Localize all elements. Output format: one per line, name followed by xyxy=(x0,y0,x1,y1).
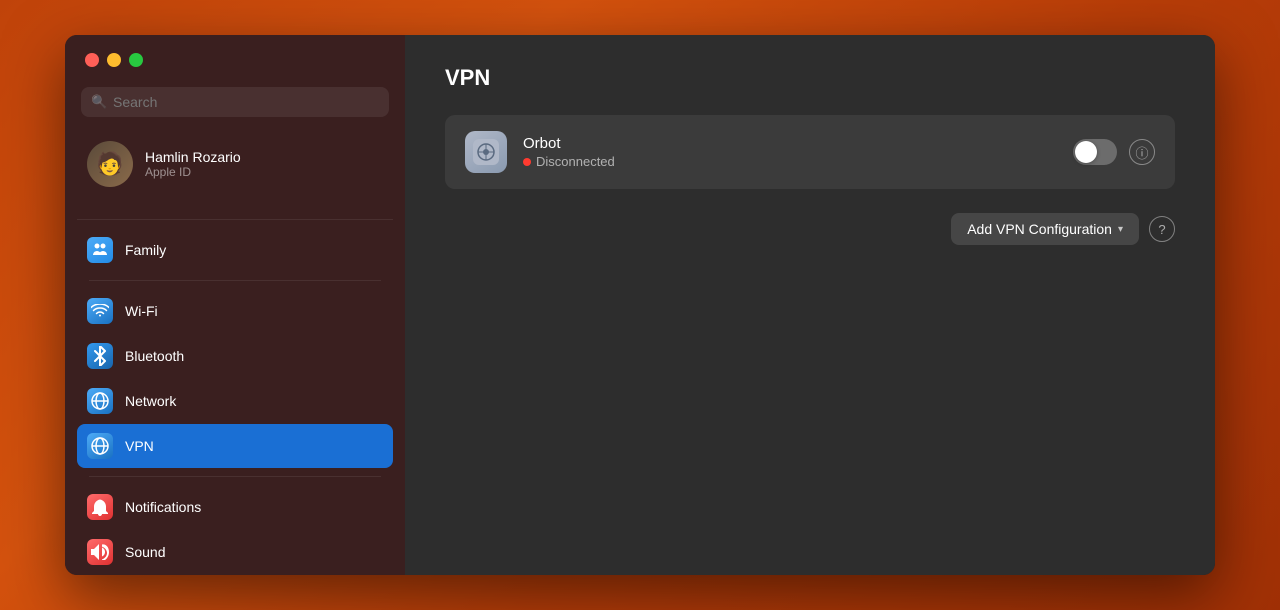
add-vpn-button[interactable]: Add VPN Configuration ▾ xyxy=(951,213,1139,245)
chevron-down-icon: ▾ xyxy=(1118,224,1123,235)
vpn-status: Disconnected xyxy=(523,154,1057,169)
sound-icon xyxy=(87,539,113,565)
sidebar-item-vpn-label: VPN xyxy=(125,438,154,454)
sidebar-divider-2 xyxy=(89,280,381,281)
sidebar-item-sound[interactable]: Sound xyxy=(77,530,393,574)
sidebar-item-wifi-label: Wi-Fi xyxy=(125,303,158,319)
sidebar: 🔍 🧑 Hamlin Rozario Apple ID xyxy=(65,35,405,575)
vpn-entry: Orbot Disconnected ⓘ xyxy=(445,115,1175,189)
sidebar-item-notifications-label: Notifications xyxy=(125,499,201,515)
sidebar-item-wifi[interactable]: Wi-Fi xyxy=(77,289,393,333)
wifi-icon xyxy=(87,298,113,324)
status-dot xyxy=(523,158,531,166)
vpn-info: Orbot Disconnected xyxy=(523,135,1057,169)
user-subtitle: Apple ID xyxy=(145,165,241,179)
family-icon xyxy=(87,237,113,263)
sidebar-item-network-label: Network xyxy=(125,393,176,409)
sidebar-item-bluetooth-label: Bluetooth xyxy=(125,348,184,364)
sidebar-divider-3 xyxy=(89,476,381,477)
sidebar-item-sound-label: Sound xyxy=(125,544,165,560)
system-settings-window: 🔍 🧑 Hamlin Rozario Apple ID xyxy=(65,35,1215,575)
notifications-icon xyxy=(87,494,113,520)
fullscreen-button[interactable] xyxy=(129,53,143,67)
traffic-lights xyxy=(65,35,405,83)
close-button[interactable] xyxy=(85,53,99,67)
sidebar-item-bluetooth[interactable]: Bluetooth xyxy=(77,334,393,378)
user-info: Hamlin Rozario Apple ID xyxy=(145,149,241,179)
help-button[interactable]: ? xyxy=(1149,216,1175,242)
vpn-info-button[interactable]: ⓘ xyxy=(1129,139,1155,165)
page-title: VPN xyxy=(445,65,1175,91)
user-name: Hamlin Rozario xyxy=(145,149,241,165)
status-text: Disconnected xyxy=(536,154,615,169)
search-container: 🔍 xyxy=(65,83,405,129)
network-icon xyxy=(87,388,113,414)
sidebar-item-network[interactable]: Network xyxy=(77,379,393,423)
user-section: 🧑 Hamlin Rozario Apple ID xyxy=(65,129,405,211)
vpn-controls: ⓘ xyxy=(1073,139,1155,165)
vpn-app-icon xyxy=(465,131,507,173)
avatar: 🧑 xyxy=(87,141,133,187)
sidebar-nav: Family Wi-Fi xyxy=(65,228,405,575)
bottom-controls: Add VPN Configuration ▾ ? xyxy=(445,213,1175,245)
sidebar-divider-1 xyxy=(77,219,393,220)
search-input[interactable] xyxy=(81,87,389,117)
toggle-knob xyxy=(1075,141,1097,163)
sidebar-item-notifications[interactable]: Notifications xyxy=(77,485,393,529)
vpn-name: Orbot xyxy=(523,135,1057,152)
add-vpn-label: Add VPN Configuration xyxy=(967,221,1112,237)
sidebar-item-family[interactable]: Family xyxy=(77,228,393,272)
vpn-toggle[interactable] xyxy=(1073,139,1117,165)
main-content: VPN Orbot Disconnected xyxy=(405,35,1215,575)
sidebar-item-family-label: Family xyxy=(125,242,166,258)
vpn-icon xyxy=(87,433,113,459)
user-profile-item[interactable]: 🧑 Hamlin Rozario Apple ID xyxy=(77,133,393,195)
sidebar-item-vpn[interactable]: VPN xyxy=(77,424,393,468)
bluetooth-icon xyxy=(87,343,113,369)
minimize-button[interactable] xyxy=(107,53,121,67)
